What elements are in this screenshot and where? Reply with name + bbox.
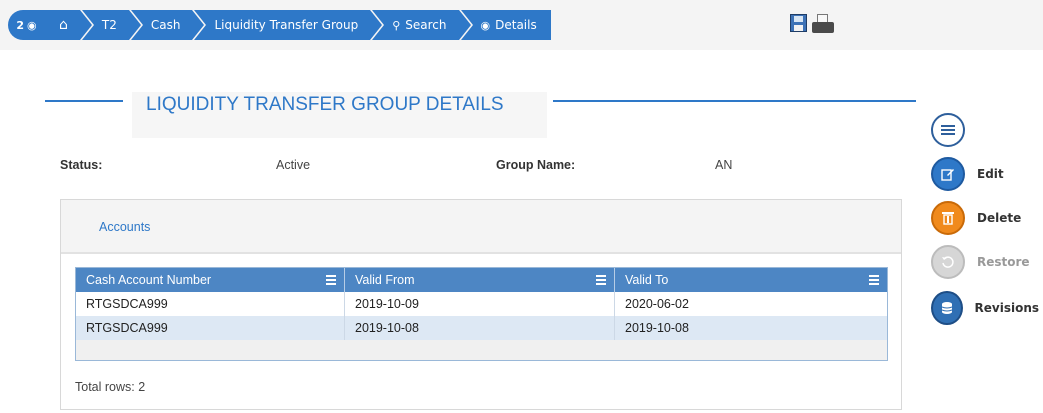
toolbar <box>790 14 835 34</box>
context-count: 2 <box>16 18 25 32</box>
breadcrumb-label: Liquidity Transfer Group <box>214 18 359 32</box>
home-icon: ⌂ <box>59 17 68 33</box>
delete-button[interactable]: Delete <box>931 200 1039 236</box>
accounts-table: Cash Account Number Valid From Valid To … <box>75 267 888 361</box>
cell-valid-from: 2019-10-09 <box>345 292 615 316</box>
database-icon <box>931 291 963 325</box>
column-menu-icon[interactable] <box>869 275 879 285</box>
column-label: Valid To <box>625 273 669 287</box>
column-header-valid-to[interactable]: Valid To <box>615 268 887 292</box>
accounts-panel: Accounts Cash Account Number Valid From … <box>60 199 902 410</box>
column-header-valid-from[interactable]: Valid From <box>345 268 615 292</box>
title-divider-left <box>45 100 123 102</box>
cell-cash-account-number: RTGSDCA999 <box>76 316 345 340</box>
status-value: Active <box>276 158 311 172</box>
page-title: LIQUIDITY TRANSFER GROUP DETAILS <box>146 94 504 115</box>
tab-accounts[interactable]: Accounts <box>99 220 150 234</box>
breadcrumb-label: T2 <box>101 18 117 32</box>
group-name-label: Group Name: <box>496 158 576 172</box>
cell-valid-to: 2020-06-02 <box>625 297 689 311</box>
list-icon <box>931 113 965 147</box>
breadcrumb: 2 ◉ ⌂ T2 Cash Liquidity Transfer Group ⚲… <box>8 10 551 40</box>
panel-header: Accounts <box>61 200 901 254</box>
restore-button: Restore <box>931 244 1039 280</box>
eye-icon: ◉ <box>27 18 37 32</box>
eye-icon: ◉ <box>480 18 491 32</box>
restore-label: Restore <box>977 255 1030 269</box>
edit-button[interactable]: Edit <box>931 156 1039 192</box>
save-icon[interactable] <box>790 14 807 32</box>
breadcrumb-item-liquidity-transfer-group[interactable]: Liquidity Transfer Group <box>194 10 382 40</box>
restore-icon <box>931 245 965 279</box>
status-label: Status: <box>60 158 103 172</box>
breadcrumb-item-details[interactable]: ◉ Details <box>460 10 551 40</box>
group-name-value: AN <box>715 158 733 172</box>
breadcrumb-home[interactable]: ⌂ <box>45 10 92 40</box>
context-badge[interactable]: 2 ◉ <box>8 10 45 40</box>
edit-label: Edit <box>977 167 1004 181</box>
table-row[interactable]: RTGSDCA999 2019-10-08 2019-10-08 <box>76 316 887 340</box>
column-label: Valid From <box>355 273 415 287</box>
edit-icon <box>931 157 965 191</box>
breadcrumb-label: Details <box>495 18 537 32</box>
column-header-cash-account-number[interactable]: Cash Account Number <box>76 268 345 292</box>
column-label: Cash Account Number <box>86 273 212 287</box>
delete-label: Delete <box>977 211 1022 225</box>
breadcrumb-item-search[interactable]: ⚲ Search <box>372 10 471 40</box>
column-menu-icon[interactable] <box>326 275 336 285</box>
top-bar: 2 ◉ ⌂ T2 Cash Liquidity Transfer Group ⚲… <box>0 0 1043 50</box>
title-divider-right <box>553 100 916 102</box>
revisions-label: Revisions <box>974 301 1040 315</box>
column-menu-icon[interactable] <box>596 275 606 285</box>
total-rows: Total rows: 2 <box>75 380 146 394</box>
breadcrumb-label: Cash <box>150 18 181 32</box>
table-header: Cash Account Number Valid From Valid To <box>76 268 887 292</box>
breadcrumb-label: Search <box>405 18 447 32</box>
list-button[interactable] <box>931 112 1039 148</box>
table-row[interactable]: RTGSDCA999 2019-10-09 2020-06-02 <box>76 292 887 316</box>
trash-icon <box>931 201 965 235</box>
cell-valid-to: 2019-10-08 <box>625 321 689 335</box>
cell-cash-account-number: RTGSDCA999 <box>76 292 345 316</box>
search-icon: ⚲ <box>392 18 401 32</box>
revisions-button[interactable]: Revisions <box>931 290 1039 326</box>
print-icon[interactable] <box>811 14 835 34</box>
cell-valid-from: 2019-10-08 <box>345 316 615 340</box>
